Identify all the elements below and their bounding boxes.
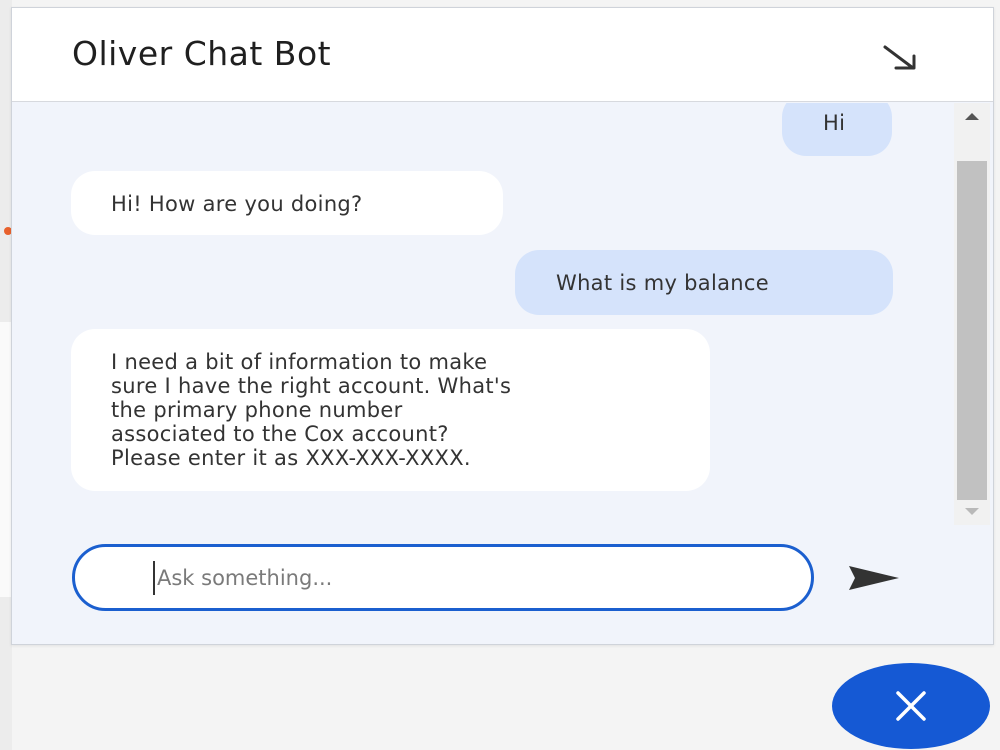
chat-input[interactable] xyxy=(153,561,773,595)
send-button[interactable] xyxy=(844,558,904,598)
scroll-up-icon[interactable] xyxy=(965,113,979,120)
scrollbar-thumb[interactable] xyxy=(957,161,987,500)
minimize-button[interactable] xyxy=(878,38,922,78)
chat-title: Oliver Chat Bot xyxy=(72,34,332,73)
close-chat-button[interactable] xyxy=(832,663,990,749)
chat-header: Oliver Chat Bot xyxy=(12,8,993,102)
message-list: Hi Hi! How are you doing? What is my bal… xyxy=(12,103,952,526)
chat-window: Oliver Chat Bot Hi Hi! How are you doing… xyxy=(11,7,994,645)
arrow-down-right-icon xyxy=(883,45,916,70)
close-icon xyxy=(896,691,926,721)
send-icon xyxy=(849,566,899,590)
bot-message: I need a bit of information to make sure… xyxy=(71,329,710,491)
user-message: Hi xyxy=(782,103,892,156)
bot-message: Hi! How are you doing? xyxy=(71,171,503,235)
message-scrollbar[interactable] xyxy=(954,103,990,525)
scroll-down-icon[interactable] xyxy=(965,508,979,515)
chat-input-container[interactable] xyxy=(72,544,814,611)
user-message: What is my balance xyxy=(515,250,893,315)
